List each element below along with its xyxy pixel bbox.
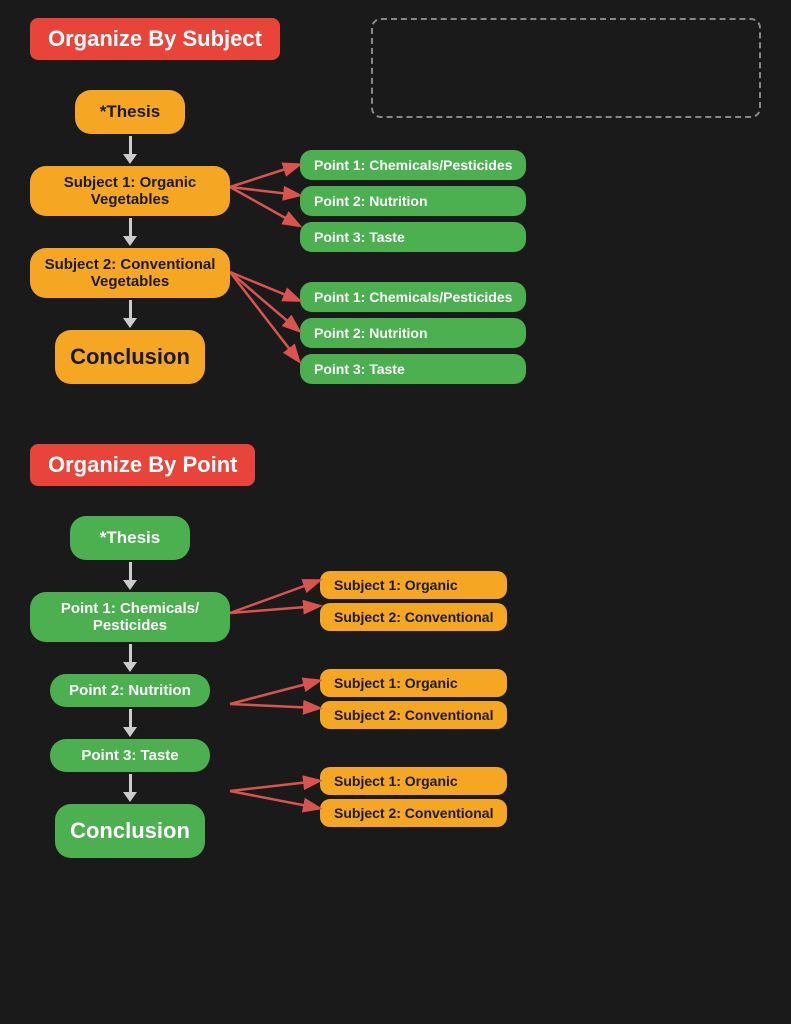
s2-point1-node: Point 1: Chemicals/ Pesticides bbox=[30, 592, 230, 642]
s2-right-pair1: Subject 1: Organic Subject 2: Convention… bbox=[320, 571, 507, 631]
subject1-node: Subject 1: Organic Vegetables bbox=[30, 166, 230, 216]
s2-conclusion-node: Conclusion bbox=[55, 804, 205, 858]
thesis-node: *Thesis bbox=[75, 90, 185, 134]
section1-right-points: Point 1: Chemicals/Pesticides Point 2: N… bbox=[300, 150, 526, 404]
conclusion-node: Conclusion bbox=[55, 330, 205, 384]
section1-title: Organize By Subject bbox=[30, 18, 280, 60]
s2-p1-organic: Subject 1: Organic bbox=[320, 571, 507, 599]
arrow-subject1-to-subject2 bbox=[123, 218, 137, 246]
s2-point2-node: Point 2: Nutrition bbox=[50, 674, 210, 707]
s2-p2-conventional: Subject 2: Conventional bbox=[320, 701, 507, 729]
subject2-node: Subject 2: Conventional Vegetables bbox=[30, 248, 230, 298]
section1-diagram: *Thesis Subject 1: Organic Vegetables Su… bbox=[30, 90, 761, 384]
s1-point1-3: Point 3: Taste bbox=[300, 222, 526, 252]
s1-point2-3: Point 3: Taste bbox=[300, 354, 526, 384]
section2-diagram: *Thesis Point 1: Chemicals/ Pesticides P… bbox=[30, 516, 761, 858]
s2-arrow-point1-point2 bbox=[123, 644, 137, 672]
s1-point2-2: Point 2: Nutrition bbox=[300, 318, 526, 348]
section2-title: Organize By Point bbox=[30, 444, 255, 486]
s2-p1-conventional: Subject 2: Conventional bbox=[320, 603, 507, 631]
organize-by-point-section: Organize By Point *Thesis Point 1: Chemi… bbox=[0, 434, 791, 878]
section1-right-group1: Point 1: Chemicals/Pesticides Point 2: N… bbox=[300, 150, 526, 252]
s2-arrow-point3-conclusion bbox=[123, 774, 137, 802]
arrow-thesis-to-subject1 bbox=[123, 136, 137, 164]
section2-right-pairs: Subject 1: Organic Subject 2: Convention… bbox=[320, 571, 507, 827]
s2-right-pair2: Subject 1: Organic Subject 2: Convention… bbox=[320, 669, 507, 729]
s2-point3-node: Point 3: Taste bbox=[50, 739, 210, 772]
s2-p3-conventional: Subject 2: Conventional bbox=[320, 799, 507, 827]
s1-point2-1: Point 1: Chemicals/Pesticides bbox=[300, 282, 526, 312]
s2-p3-organic: Subject 1: Organic bbox=[320, 767, 507, 795]
section1-left-column: *Thesis Subject 1: Organic Vegetables Su… bbox=[30, 90, 230, 384]
s2-p2-organic: Subject 1: Organic bbox=[320, 669, 507, 697]
arrow-subject2-to-conclusion bbox=[123, 300, 137, 328]
organize-by-subject-section: Organize By Subject *Thesis Subject 1: O… bbox=[0, 0, 791, 414]
s2-right-pair3: Subject 1: Organic Subject 2: Convention… bbox=[320, 767, 507, 827]
s2-arrow-point2-point3 bbox=[123, 709, 137, 737]
s1-point1-2: Point 2: Nutrition bbox=[300, 186, 526, 216]
s2-arrow-thesis-point1 bbox=[123, 562, 137, 590]
s2-thesis-node: *Thesis bbox=[70, 516, 190, 560]
s1-point1-1: Point 1: Chemicals/Pesticides bbox=[300, 150, 526, 180]
section1-right-group2: Point 1: Chemicals/Pesticides Point 2: N… bbox=[300, 282, 526, 384]
section2-left-column: *Thesis Point 1: Chemicals/ Pesticides P… bbox=[30, 516, 230, 858]
